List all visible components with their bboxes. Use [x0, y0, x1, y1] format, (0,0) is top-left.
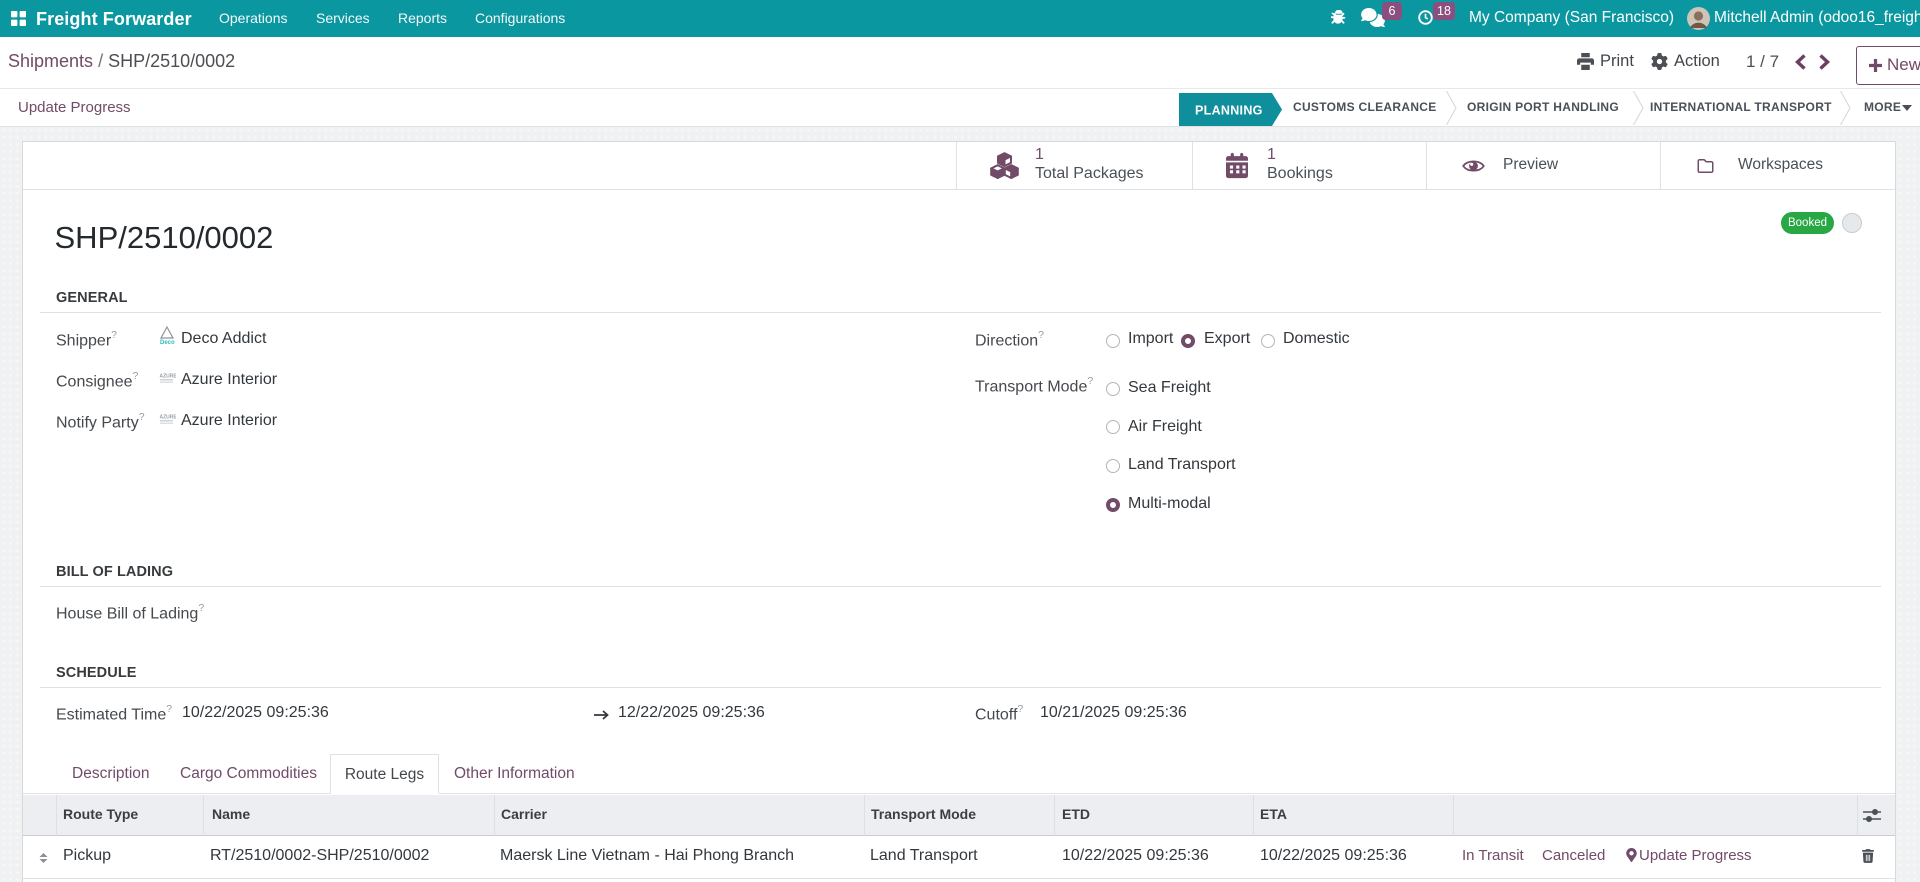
svg-text:AZURE: AZURE: [160, 373, 177, 379]
svg-text:Deco: Deco: [160, 340, 175, 346]
svg-text:PLANNING: PLANNING: [1195, 104, 1263, 118]
svg-text:AZURE: AZURE: [160, 414, 177, 420]
